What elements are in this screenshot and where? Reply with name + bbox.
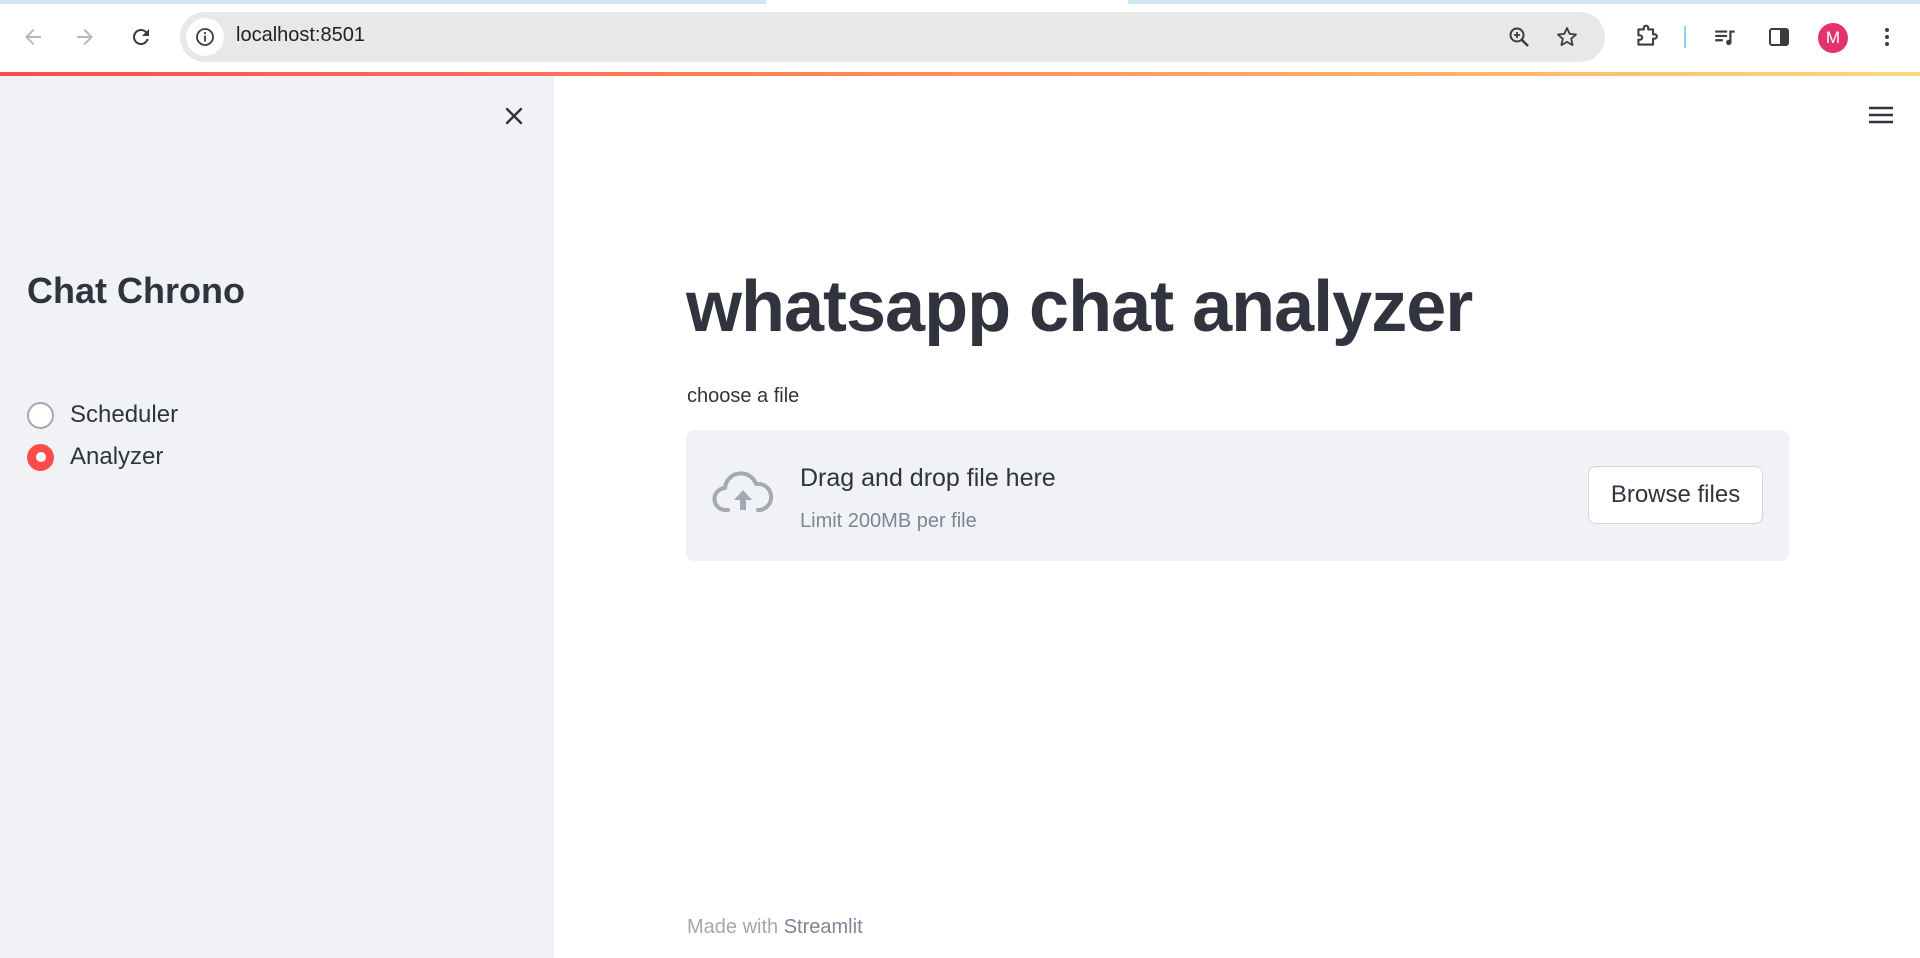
- address-bar[interactable]: localhost:8501: [180, 12, 1605, 62]
- reload-icon: [132, 28, 149, 45]
- footer-prefix: Made with: [687, 916, 779, 938]
- site-info-icon[interactable]: [186, 18, 224, 56]
- radio-option-analyzer[interactable]: Analyzer: [27, 436, 178, 478]
- profile-avatar[interactable]: M: [1818, 23, 1848, 53]
- sidebar: Chat Chrono Scheduler Analyzer: [0, 76, 554, 958]
- zoom-icon[interactable]: [1502, 20, 1536, 54]
- tab-strip: [0, 0, 1920, 4]
- extensions-puzzle-icon[interactable]: [1627, 18, 1665, 56]
- cloud-upload-icon: [712, 466, 774, 522]
- footer: Made with Streamlit: [687, 916, 863, 939]
- file-size-limit: Limit 200MB per file: [800, 510, 977, 532]
- browser-menu-icon[interactable]: [1868, 18, 1906, 56]
- close-icon: [505, 107, 523, 125]
- main-menu-button[interactable]: [1862, 96, 1900, 134]
- side-panel-icon[interactable]: [1760, 18, 1798, 56]
- file-uploader-label: choose a file: [687, 385, 800, 407]
- browser-toolbar: localhost:8501 M: [0, 0, 1920, 74]
- radio-label: Scheduler: [70, 401, 179, 428]
- footer-streamlit-link[interactable]: Streamlit: [784, 916, 863, 938]
- arrow-left-icon: [25, 29, 41, 45]
- radio-label: Analyzer: [70, 443, 164, 470]
- back-button[interactable]: [14, 18, 52, 56]
- reload-button[interactable]: [122, 18, 160, 56]
- radio-checked-icon[interactable]: [27, 443, 54, 471]
- radio-unchecked-icon[interactable]: [27, 401, 54, 429]
- sidebar-title: Chat Chrono: [27, 270, 245, 311]
- radio-option-scheduler[interactable]: Scheduler: [27, 394, 178, 436]
- url-text: localhost:8501: [236, 24, 365, 46]
- forward-button[interactable]: [66, 18, 104, 56]
- media-queue-icon[interactable]: [1706, 18, 1744, 56]
- drop-instructions: Drag and drop file here: [800, 464, 1056, 492]
- browse-files-button[interactable]: Browse files: [1588, 466, 1763, 524]
- page-title: whatsapp chat analyzer: [686, 267, 1473, 347]
- file-dropzone[interactable]: Drag and drop file here Limit 200MB per …: [686, 430, 1789, 561]
- toolbar-separator: [1684, 26, 1686, 48]
- arrow-right-icon: [77, 29, 93, 45]
- bookmark-star-icon[interactable]: [1550, 20, 1584, 54]
- navigation-radio-group: Scheduler Analyzer: [27, 394, 178, 478]
- close-sidebar-button[interactable]: [496, 98, 532, 134]
- info-icon: [196, 28, 214, 46]
- hamburger-menu-icon: [1869, 106, 1893, 124]
